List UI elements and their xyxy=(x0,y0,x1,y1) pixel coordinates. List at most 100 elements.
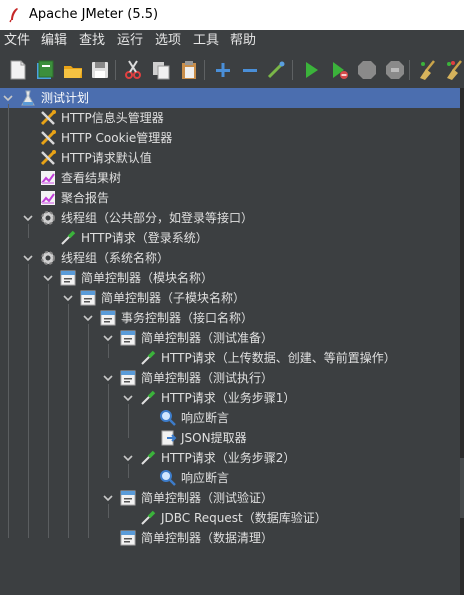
tree-node[interactable]: HTTP请求（业务步骤2） xyxy=(0,448,460,468)
tree-node-label: HTTP请求默认值 xyxy=(61,151,152,165)
chevron-down-icon[interactable] xyxy=(83,313,93,323)
chevron-down-icon[interactable] xyxy=(43,273,53,283)
chevron-down-icon[interactable] xyxy=(23,213,33,223)
clear-all-button[interactable] xyxy=(443,58,464,82)
tree-node[interactable]: 简单控制器（模块名称） xyxy=(0,268,460,288)
tree-node[interactable]: 简单控制器（测试执行） xyxy=(0,368,460,388)
tree-node[interactable]: 简单控制器（测试验证） xyxy=(0,488,460,508)
shutdown-icon xyxy=(383,58,407,82)
templates-icon xyxy=(33,58,57,82)
paste-button[interactable] xyxy=(177,58,201,82)
tree-node[interactable]: HTTP请求默认值 xyxy=(0,148,460,168)
copy-icon xyxy=(149,58,173,82)
tree-guide-line xyxy=(128,464,129,478)
menu-bar: 文件 编辑 查找 运行 选项 工具 帮助 xyxy=(0,30,464,52)
controller-icon xyxy=(119,329,137,347)
new-document-icon xyxy=(6,58,30,82)
tree-node[interactable]: 简单控制器（子模块名称） xyxy=(0,288,460,308)
sampler-pipette-icon xyxy=(139,389,157,407)
tree-node[interactable]: 线程组（系统名称） xyxy=(0,248,460,268)
chevron-down-icon[interactable] xyxy=(123,393,133,403)
tree-node[interactable]: JDBC Request（数据库验证） xyxy=(0,508,460,528)
tree-node[interactable]: HTTP信息头管理器 xyxy=(0,108,460,128)
window-title: Apache JMeter (5.5) xyxy=(29,7,159,22)
tree-node-label: 聚合报告 xyxy=(61,191,110,205)
tree-node-label: JSON提取器 xyxy=(181,431,247,445)
minus-icon xyxy=(238,58,262,82)
stop-button[interactable] xyxy=(355,58,379,82)
tree-node[interactable]: 响应断言 xyxy=(0,408,460,428)
tree-node[interactable]: 响应断言 xyxy=(0,468,460,488)
tree-guide-line xyxy=(8,104,9,538)
tree-node-label: 查看结果树 xyxy=(61,171,122,185)
open-button[interactable] xyxy=(61,58,85,82)
toggle-button[interactable] xyxy=(264,58,288,82)
tree-node[interactable]: HTTP请求（上传数据、创建、等前置操作） xyxy=(0,348,460,368)
assertion-magnifier-icon xyxy=(159,409,177,427)
scrollbar-thumb[interactable] xyxy=(460,458,464,518)
tree-node[interactable]: 聚合报告 xyxy=(0,188,460,208)
scrollbar[interactable] xyxy=(460,88,464,595)
tree-node-label: HTTP请求（登录系统） xyxy=(81,231,208,245)
test-plan-icon xyxy=(19,89,37,107)
tree-node[interactable]: 线程组（公共部分，如登录等接口） xyxy=(0,208,460,228)
tree-node[interactable]: JSON提取器 xyxy=(0,428,460,448)
broom-icon xyxy=(416,58,440,82)
tree-node[interactable]: 查看结果树 xyxy=(0,168,460,188)
copy-button[interactable] xyxy=(149,58,173,82)
tree-guide-line xyxy=(88,324,89,538)
menu-item-3[interactable]: 运行 xyxy=(117,33,143,49)
start-no-pause-button[interactable] xyxy=(327,58,351,82)
tree-node-label: 线程组（公共部分，如登录等接口） xyxy=(61,211,254,225)
chevron-down-icon[interactable] xyxy=(3,93,13,103)
clear-button[interactable] xyxy=(416,58,440,82)
save-icon xyxy=(88,58,112,82)
menu-item-1[interactable]: 编辑 xyxy=(41,33,67,49)
tree-guide-line xyxy=(28,264,29,538)
chevron-down-icon[interactable] xyxy=(123,453,133,463)
controller-icon xyxy=(59,269,77,287)
chevron-down-icon[interactable] xyxy=(23,253,33,263)
tree-node-label: 事务控制器（接口名称） xyxy=(121,311,254,325)
tree-node[interactable]: HTTP请求（业务步骤1） xyxy=(0,388,460,408)
shutdown-button[interactable] xyxy=(383,58,407,82)
controller-icon xyxy=(119,489,137,507)
chevron-down-icon[interactable] xyxy=(63,293,73,303)
chevron-down-icon[interactable] xyxy=(103,373,113,383)
chevron-down-icon[interactable] xyxy=(103,333,113,343)
start-button[interactable] xyxy=(299,58,323,82)
cut-button[interactable] xyxy=(121,58,145,82)
tree-node[interactable]: 简单控制器（测试准备） xyxy=(0,328,460,348)
thread-group-gear-icon xyxy=(39,249,57,267)
save-button[interactable] xyxy=(88,58,112,82)
tree-guide-line xyxy=(68,304,69,538)
tree-node[interactable]: HTTP请求（登录系统） xyxy=(0,228,460,248)
tree-node-label: 测试计划 xyxy=(41,91,90,105)
feather-icon xyxy=(8,7,20,23)
config-wrench-icon xyxy=(39,109,57,127)
expand-button[interactable] xyxy=(211,58,235,82)
menu-item-0[interactable]: 文件 xyxy=(4,33,30,49)
templates-button[interactable] xyxy=(33,58,57,82)
menu-item-5[interactable]: 工具 xyxy=(193,33,219,49)
tree-guide-line xyxy=(28,224,29,238)
sampler-pipette-icon xyxy=(59,229,77,247)
collapse-button[interactable] xyxy=(238,58,262,82)
menu-item-4[interactable]: 选项 xyxy=(155,33,181,49)
toolbar-separator xyxy=(115,60,116,80)
controller-icon xyxy=(99,309,117,327)
menu-item-6[interactable]: 帮助 xyxy=(230,33,256,49)
tree-empty-area xyxy=(0,548,464,595)
tree-node[interactable]: 测试计划 xyxy=(0,88,460,108)
tree-node[interactable]: 事务控制器（接口名称） xyxy=(0,308,460,328)
menu-item-2[interactable]: 查找 xyxy=(79,33,105,49)
sampler-pipette-icon xyxy=(139,449,157,467)
tree-node[interactable]: 简单控制器（数据清理） xyxy=(0,528,460,548)
new-button[interactable] xyxy=(6,58,30,82)
tree-node[interactable]: HTTP Cookie管理器 xyxy=(0,128,460,148)
play-icon xyxy=(299,58,323,82)
plus-icon xyxy=(211,58,235,82)
extractor-icon xyxy=(159,429,177,447)
tree-node-label: HTTP请求（上传数据、创建、等前置操作） xyxy=(161,351,396,365)
chevron-down-icon[interactable] xyxy=(103,493,113,503)
